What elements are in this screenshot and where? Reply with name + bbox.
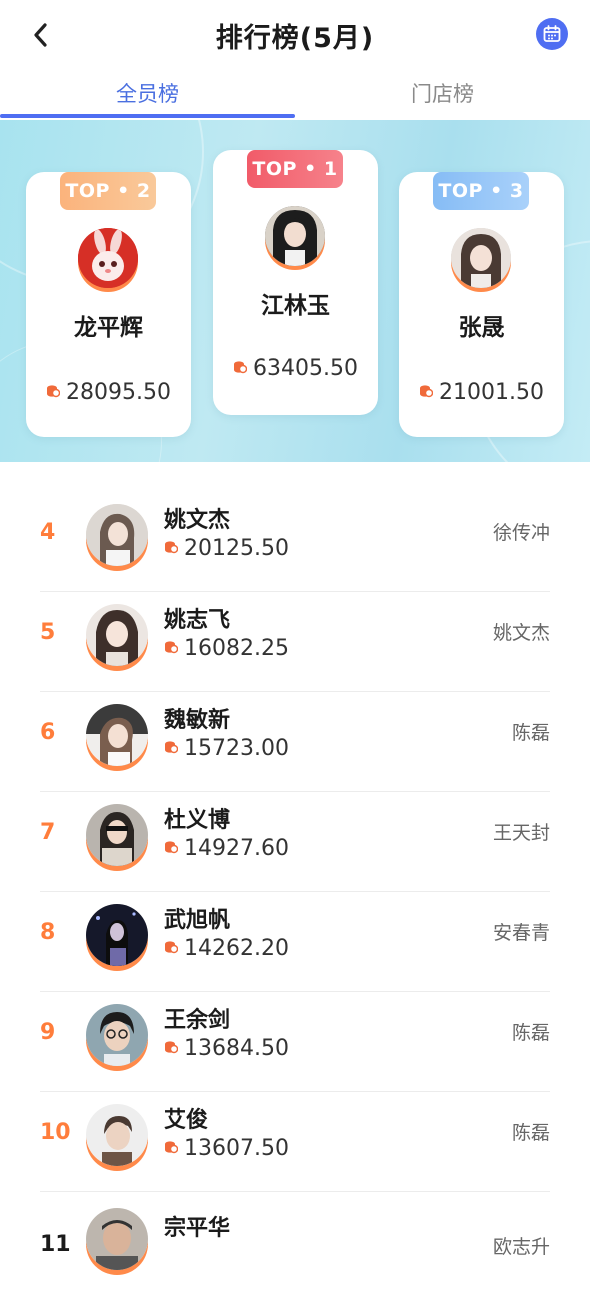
avatar [86, 704, 148, 766]
podium-amount-row: 63405.50 [213, 356, 378, 381]
employee-name: 姚志飞 [164, 608, 231, 633]
amount: 16082.25 [184, 636, 289, 661]
amount: 20125.50 [184, 536, 289, 561]
podium-amount: 63405.50 [253, 356, 358, 381]
amount: 13684.50 [184, 1036, 289, 1061]
employee-name: 艾俊 [164, 1108, 209, 1133]
avatar [265, 206, 325, 266]
coin-icon [165, 941, 178, 954]
rank-badge: TOP • 1 [247, 150, 343, 188]
avatar [86, 804, 148, 866]
coin-icon [165, 641, 178, 654]
coin-icon [420, 385, 433, 398]
podium-name: 江林玉 [261, 293, 330, 319]
coin-icon [165, 1141, 178, 1154]
podium-name: 张晟 [458, 315, 505, 341]
rank-number: 7 [40, 820, 56, 845]
coin-icon [165, 541, 178, 554]
employee-name: 姚文杰 [164, 508, 231, 533]
rank-number: 8 [40, 920, 56, 945]
podium-card-rank-2[interactable]: TOP • 2 龙平辉 28095.50 [26, 172, 191, 437]
app-header: 排行榜(5月) [0, 0, 590, 70]
avatar [86, 604, 148, 666]
top-three-podium: TOP • 2 龙平辉 28095.50 TOP • 1 江林玉 63405.5… [0, 120, 590, 462]
calendar-button[interactable] [536, 18, 568, 50]
store-name: 陈磊 [511, 1022, 550, 1044]
avatar [86, 1208, 148, 1270]
amount: 15723.00 [184, 736, 289, 761]
list-item[interactable]: 7 杜义博 14927.60 王天封 [40, 792, 550, 892]
rank-badge: TOP • 2 [60, 172, 156, 210]
amount-row: 14927.60 [164, 836, 289, 861]
avatar [86, 904, 148, 966]
rank-number: 6 [40, 720, 56, 745]
store-name: 陈磊 [511, 1122, 550, 1144]
coin-icon [47, 385, 60, 398]
calendar-icon [543, 25, 561, 42]
store-name: 欧志升 [492, 1236, 550, 1258]
store-name: 陈磊 [511, 722, 550, 744]
amount-row: 15723.00 [164, 736, 289, 761]
podium-card-rank-1[interactable]: TOP • 1 江林玉 63405.50 [213, 150, 378, 415]
rank-number: 4 [40, 520, 56, 545]
podium-amount: 21001.50 [439, 380, 544, 405]
active-tab-indicator [0, 114, 295, 118]
coin-icon [165, 741, 178, 754]
podium-amount-row: 28095.50 [26, 380, 191, 405]
coin-icon [165, 841, 178, 854]
podium-amount: 28095.50 [66, 380, 171, 405]
podium-amount-row: 21001.50 [399, 380, 564, 405]
employee-name: 王余剑 [164, 1008, 231, 1033]
amount: 13607.50 [184, 1136, 289, 1161]
list-item[interactable]: 8 武旭帆 14262.20 安春青 [40, 892, 550, 992]
employee-name: 武旭帆 [164, 908, 231, 933]
list-item[interactable]: 5 姚志飞 16082.25 姚文杰 [40, 592, 550, 692]
amount: 14927.60 [184, 836, 289, 861]
avatar [86, 1104, 148, 1166]
amount-row: 13607.50 [164, 1136, 289, 1161]
list-item[interactable]: 11 宗平华 欧志升 [40, 1192, 550, 1292]
tab-bar: 全员榜 门店榜 [0, 70, 590, 120]
coin-icon [165, 1041, 178, 1054]
employee-name: 宗平华 [164, 1216, 231, 1241]
amount-row: 14262.20 [164, 936, 289, 961]
employee-name: 魏敏新 [164, 708, 231, 733]
amount-row: 16082.25 [164, 636, 289, 661]
amount-row: 20125.50 [164, 536, 289, 561]
avatar [451, 228, 511, 288]
coin-icon [234, 361, 247, 374]
avatar [86, 504, 148, 566]
avatar [86, 1004, 148, 1066]
podium-name: 龙平辉 [74, 315, 143, 341]
store-name: 安春青 [492, 922, 550, 944]
amount-row: 13684.50 [164, 1036, 289, 1061]
rank-number: 10 [40, 1120, 71, 1145]
rank-number: 9 [40, 1020, 56, 1045]
podium-card-rank-3[interactable]: TOP • 3 张晟 21001.50 [399, 172, 564, 437]
list-item[interactable]: 10 艾俊 13607.50 陈磊 [40, 1092, 550, 1192]
tab-all-staff[interactable]: 全员榜 [0, 78, 295, 108]
list-item[interactable]: 4 姚文杰 20125.50 徐传冲 [40, 492, 550, 592]
rank-number: 11 [40, 1232, 71, 1257]
store-name: 王天封 [492, 822, 550, 844]
list-item[interactable]: 9 王余剑 13684.50 陈磊 [40, 992, 550, 1092]
tab-stores[interactable]: 门店榜 [295, 78, 590, 108]
rank-number: 5 [40, 620, 56, 645]
list-item[interactable]: 6 魏敏新 15723.00 陈磊 [40, 692, 550, 792]
store-name: 徐传冲 [492, 522, 550, 544]
rank-badge: TOP • 3 [433, 172, 529, 210]
store-name: 姚文杰 [492, 622, 550, 644]
amount: 14262.20 [184, 936, 289, 961]
employee-name: 杜义博 [164, 808, 231, 833]
page-title: 排行榜(5月) [215, 23, 375, 54]
avatar [78, 228, 138, 288]
